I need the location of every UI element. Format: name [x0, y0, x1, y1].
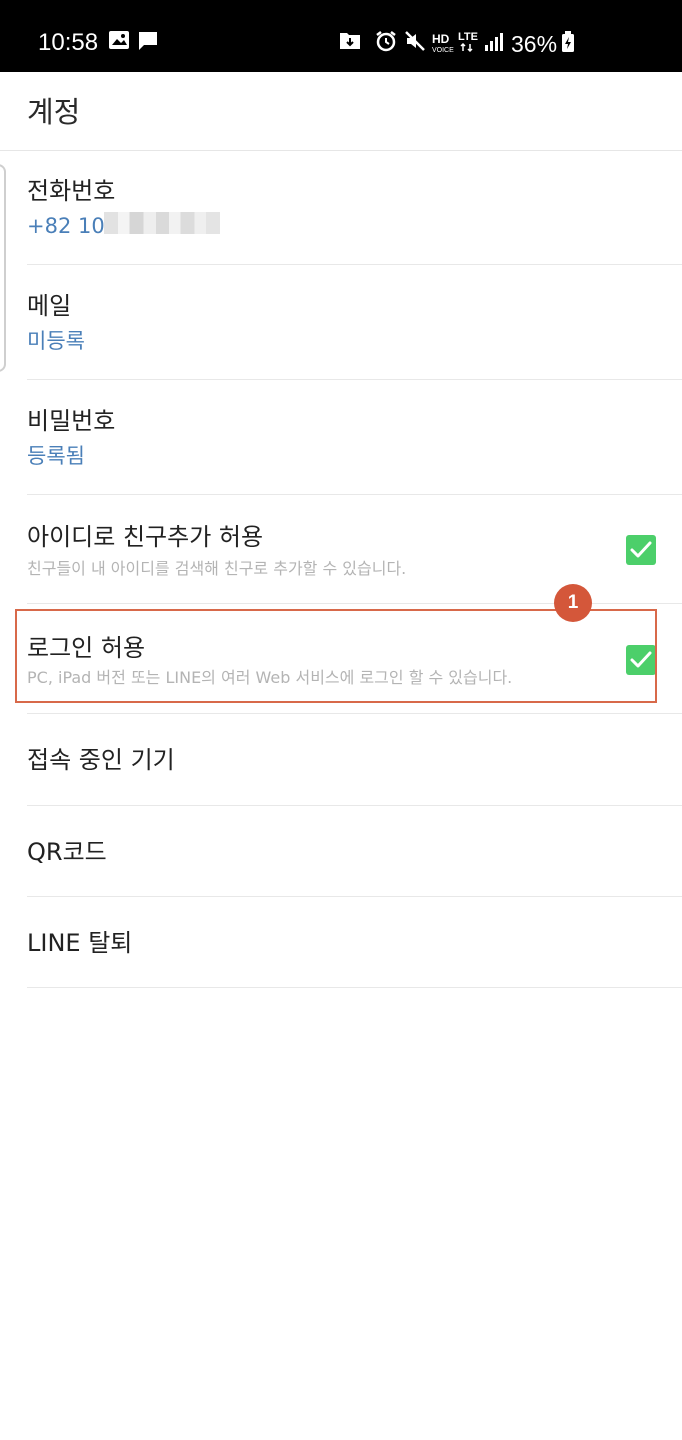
highlight-annotation [15, 609, 657, 703]
settings-item-label: 전화번호 [27, 177, 116, 205]
battery-charging-icon [561, 31, 575, 57]
settings-item-label: 아이디로 친구추가 허용 [27, 523, 264, 551]
settings-item-qr-code[interactable]: QR코드 [0, 806, 682, 897]
mute-icon [404, 30, 426, 56]
settings-item-email[interactable]: 메일 미등록 [0, 265, 682, 380]
download-icon [339, 30, 361, 54]
settings-item-label: LINE 탈퇴 [27, 929, 133, 957]
battery-percent: 36% [511, 31, 558, 57]
status-time: 10:58 [38, 29, 99, 56]
status-bar: 10:58 HD VOICE LTE 36% [0, 0, 682, 72]
divider [27, 987, 682, 988]
masked-phone-digits [104, 212, 220, 234]
svg-text:VOICE: VOICE [432, 47, 454, 53]
settings-item-phone[interactable]: 전화번호 +82 10- [0, 150, 682, 265]
settings-item-password[interactable]: 비밀번호 등록됨 [0, 380, 682, 495]
email-value: 미등록 [27, 329, 85, 353]
step-badge: 1 [554, 584, 592, 622]
settings-item-description: 친구들이 내 아이디를 검색해 친구로 추가할 수 있습니다. [27, 559, 407, 578]
settings-item-connected-devices[interactable]: 접속 중인 기기 [0, 714, 682, 806]
page-title: 계정 [27, 95, 81, 129]
svg-text:HD: HD [432, 32, 450, 46]
settings-item-label: 메일 [27, 292, 72, 320]
allow-add-by-id-checkbox[interactable] [626, 535, 656, 565]
settings-item-label: QR코드 [27, 838, 107, 866]
settings-item-delete-account[interactable]: LINE 탈퇴 [0, 897, 682, 988]
check-icon [630, 541, 652, 558]
hd-voice-icon: HD VOICE [432, 31, 456, 57]
message-icon [137, 30, 159, 56]
lte-icon: LTE [458, 29, 480, 57]
svg-text:LTE: LTE [458, 31, 478, 43]
phone-value: +82 10- [27, 214, 113, 238]
signal-icon [484, 32, 504, 56]
app-header: 계정 [0, 72, 682, 151]
image-icon [108, 30, 130, 54]
password-value: 등록됨 [27, 444, 85, 468]
settings-item-label: 비밀번호 [27, 407, 116, 435]
settings-item-label: 접속 중인 기기 [27, 746, 175, 774]
alarm-icon [375, 30, 397, 56]
